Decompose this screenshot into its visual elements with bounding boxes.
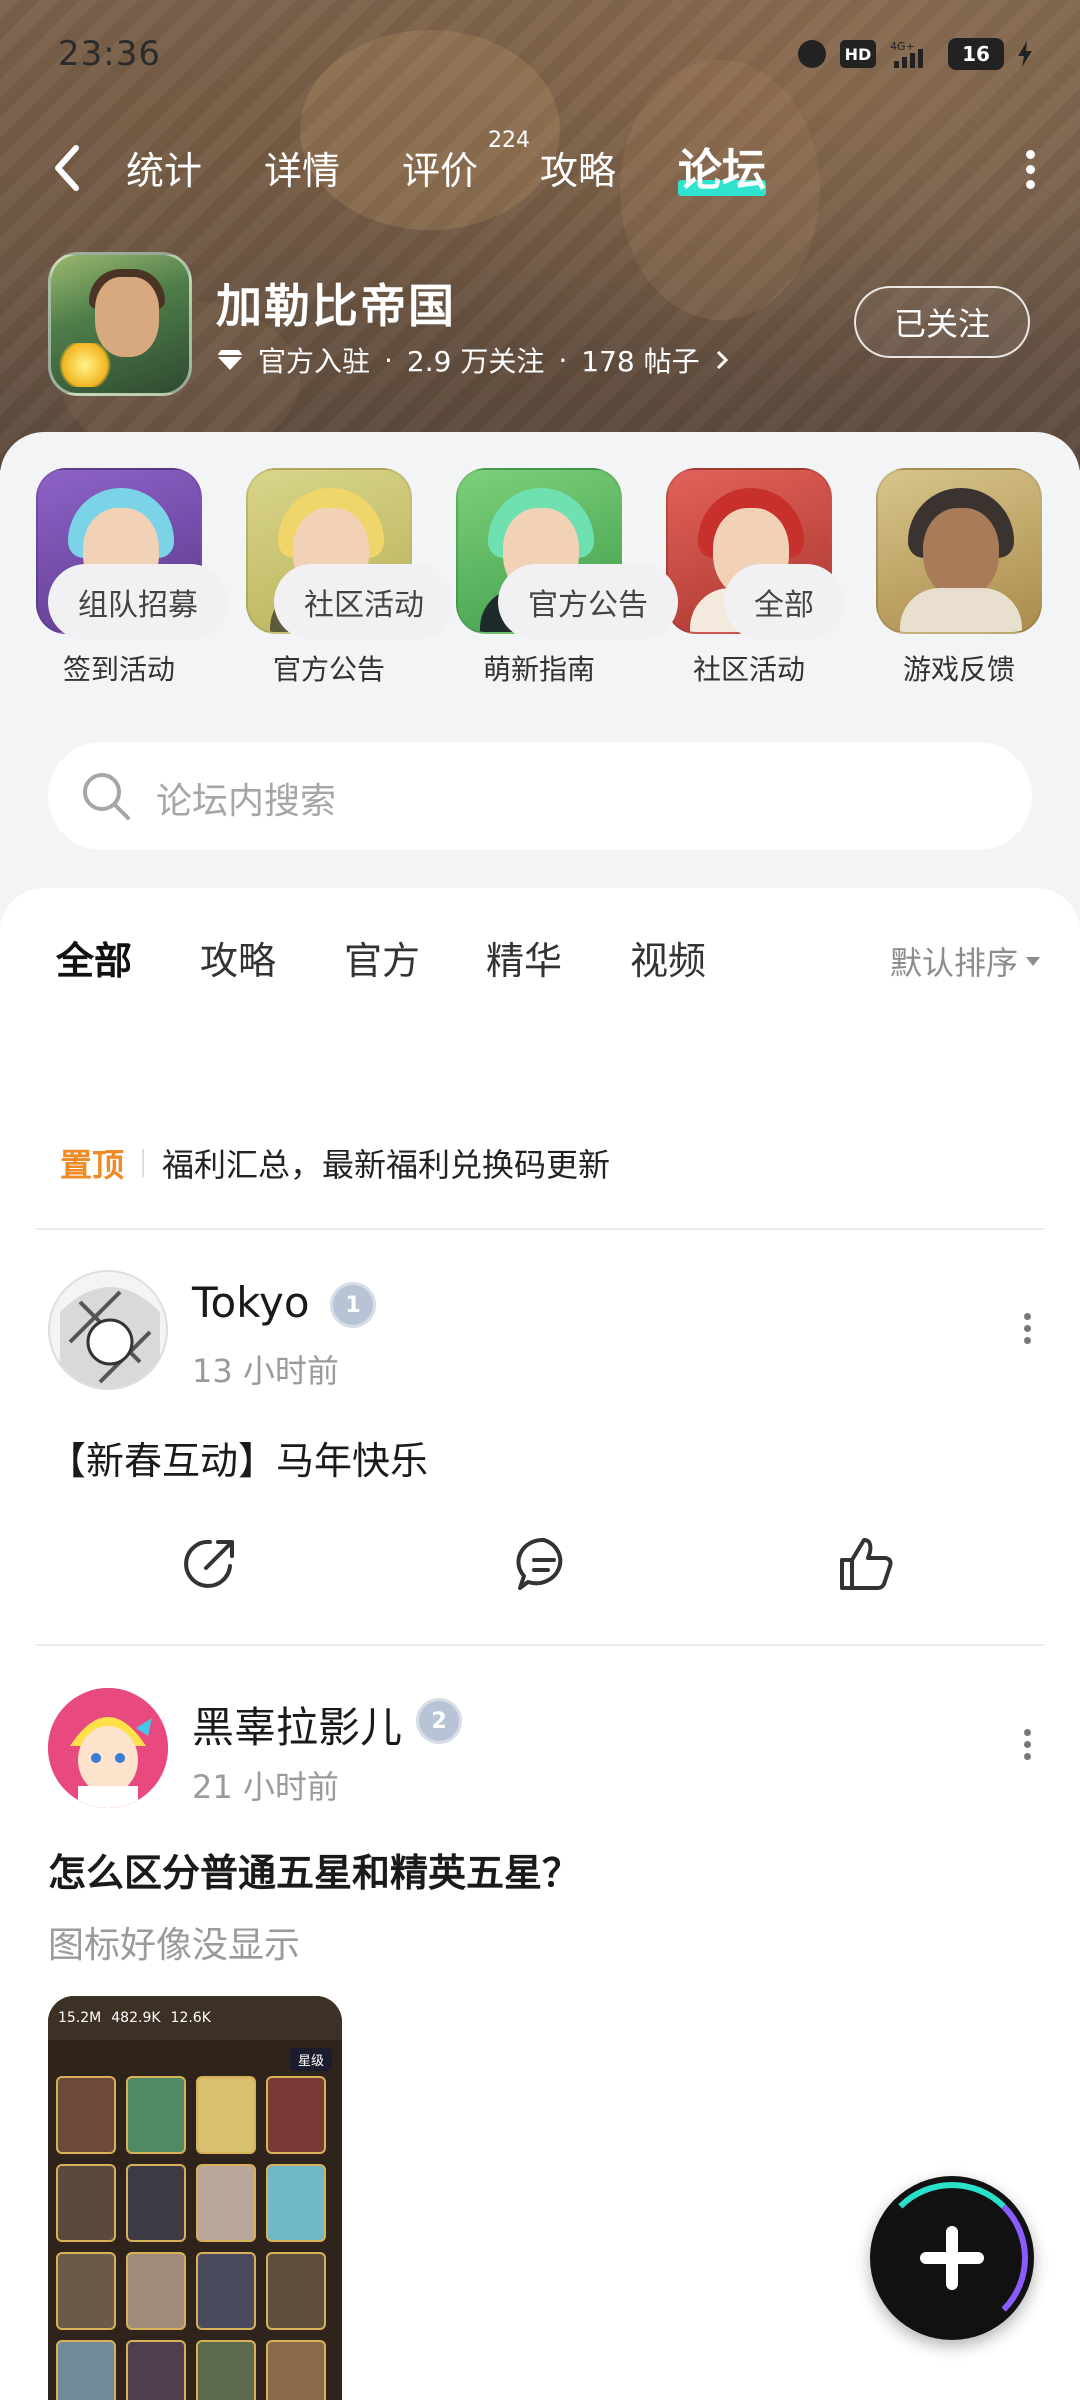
screenshot-topbar: 15.2M 482.9K 12.6K xyxy=(48,1996,342,2040)
new-post-button[interactable] xyxy=(870,2176,1034,2340)
post-description: 图标好像没显示 xyxy=(48,1925,301,1966)
feed-tab-video[interactable]: 视频 xyxy=(630,930,706,985)
signal-label: 4G+ xyxy=(890,40,915,53)
sort-dropdown[interactable]: 默认排序 xyxy=(890,938,1040,984)
post-title: 怎么区分普通五星和精英五星？ xyxy=(48,1851,581,1895)
screenshot-stat: 482.9K xyxy=(111,2010,161,2026)
pinned-post[interactable]: 置顶 福利汇总，最新福利兑换码更新 xyxy=(60,1140,610,1186)
search-placeholder: 论坛内搜索 xyxy=(156,781,337,822)
hd-icon: HD xyxy=(840,40,876,68)
game-title: 加勒比帝国 xyxy=(216,279,456,333)
follow-button[interactable]: 已关注 xyxy=(854,286,1030,358)
post-more-button[interactable] xyxy=(1020,1724,1034,1770)
feed-tab-all[interactable]: 全部 xyxy=(56,930,132,987)
feedback-icon xyxy=(876,468,1042,634)
post-author[interactable]: 黑辜拉影儿 xyxy=(192,1694,402,1755)
tab-guides[interactable]: 攻略 xyxy=(540,140,616,195)
game-info: 加勒比帝国 官方入驻 · 2.9 万关注 · 178 帖子 已关注 xyxy=(0,248,1080,408)
chevron-right-icon xyxy=(716,350,728,370)
back-arrow-icon xyxy=(55,145,79,191)
tab-details[interactable]: 详情 xyxy=(264,140,340,195)
tab-forum[interactable]: 论坛 xyxy=(678,134,766,198)
screenshot-stat: 15.2M xyxy=(58,2010,102,2026)
review-count-badge: 224 xyxy=(488,128,530,153)
pinned-tag: 置顶 xyxy=(60,1146,125,1184)
post-time: 21 小时前 xyxy=(192,1768,339,1806)
diamond-icon xyxy=(217,350,243,370)
tab-stats[interactable]: 统计 xyxy=(126,140,202,195)
shortcut-feedback[interactable]: 游戏反馈 xyxy=(874,468,1044,688)
game-meta[interactable]: 官方入驻 · 2.9 万关注 · 178 帖子 xyxy=(216,340,730,380)
shortcut-label: 签到活动 xyxy=(62,653,175,686)
chip-announcement[interactable]: 官方公告 xyxy=(498,564,678,640)
official-label: 官方入驻 xyxy=(258,345,371,378)
chip-all[interactable]: 全部 xyxy=(724,564,844,640)
comment-icon[interactable] xyxy=(512,1532,576,1596)
game-icon[interactable] xyxy=(48,252,192,396)
tab-reviews-label: 评价 xyxy=(402,149,479,193)
post-image[interactable]: 15.2M 482.9K 12.6K 星级 xyxy=(48,1996,342,2400)
post-title: 【新春互动】马年快乐 xyxy=(48,1439,429,1483)
followers-count: 2.9 万关注 xyxy=(406,345,545,378)
tab-reviews[interactable]: 评价 224 xyxy=(402,128,530,195)
chip-team-recruit[interactable]: 组队招募 xyxy=(48,564,228,640)
pinned-title: 福利汇总，最新福利兑换码更新 xyxy=(162,1146,611,1184)
search-input[interactable]: 论坛内搜索 xyxy=(48,742,1032,850)
screenshot-stat: 12.6K xyxy=(170,2010,211,2026)
post-author[interactable]: Tokyo xyxy=(192,1278,310,1327)
feed-tab-official[interactable]: 官方 xyxy=(344,930,420,985)
caret-down-icon xyxy=(1026,956,1040,966)
top-nav: 统计 详情 评价 224 攻略 论坛 xyxy=(0,120,1080,220)
shortcut-label: 官方公告 xyxy=(272,653,385,686)
post-time: 13 小时前 xyxy=(192,1352,339,1390)
screenshot-filter: 星级 xyxy=(289,2048,332,2071)
like-icon[interactable] xyxy=(834,1532,898,1596)
chip-community[interactable]: 社区活动 xyxy=(274,564,454,640)
status-bar: 23:36 HD 4G+ 16 xyxy=(0,0,1080,110)
feed-tabs: 全部 攻略 官方 精华 视频 默认排序 xyxy=(0,916,1080,996)
share-icon[interactable] xyxy=(178,1532,242,1596)
shortcut-label: 社区活动 xyxy=(692,653,805,686)
status-time: 23:36 xyxy=(58,34,161,74)
level-badge: 2 xyxy=(416,1698,462,1744)
charging-icon xyxy=(1018,39,1032,69)
battery-icon: 16 xyxy=(948,38,1004,70)
tab-forum-label: 论坛 xyxy=(678,145,766,196)
feed-tab-featured[interactable]: 精华 xyxy=(486,930,562,985)
sort-label: 默认排序 xyxy=(889,944,1018,982)
avatar[interactable] xyxy=(48,1270,168,1390)
alarm-icon xyxy=(798,40,826,68)
feed-tab-guides[interactable]: 攻略 xyxy=(200,930,276,985)
signal-icon: 4G+ xyxy=(890,39,934,69)
search-icon xyxy=(83,773,130,820)
posts-count: 178 帖子 xyxy=(581,345,700,378)
shortcut-label: 萌新指南 xyxy=(482,653,595,686)
more-menu-button[interactable] xyxy=(1020,144,1040,200)
shortcut-label: 游戏反馈 xyxy=(902,653,1015,686)
back-button[interactable] xyxy=(46,138,92,198)
post-more-button[interactable] xyxy=(1020,1308,1034,1354)
avatar[interactable] xyxy=(48,1688,168,1808)
level-badge: 1 xyxy=(330,1282,376,1328)
